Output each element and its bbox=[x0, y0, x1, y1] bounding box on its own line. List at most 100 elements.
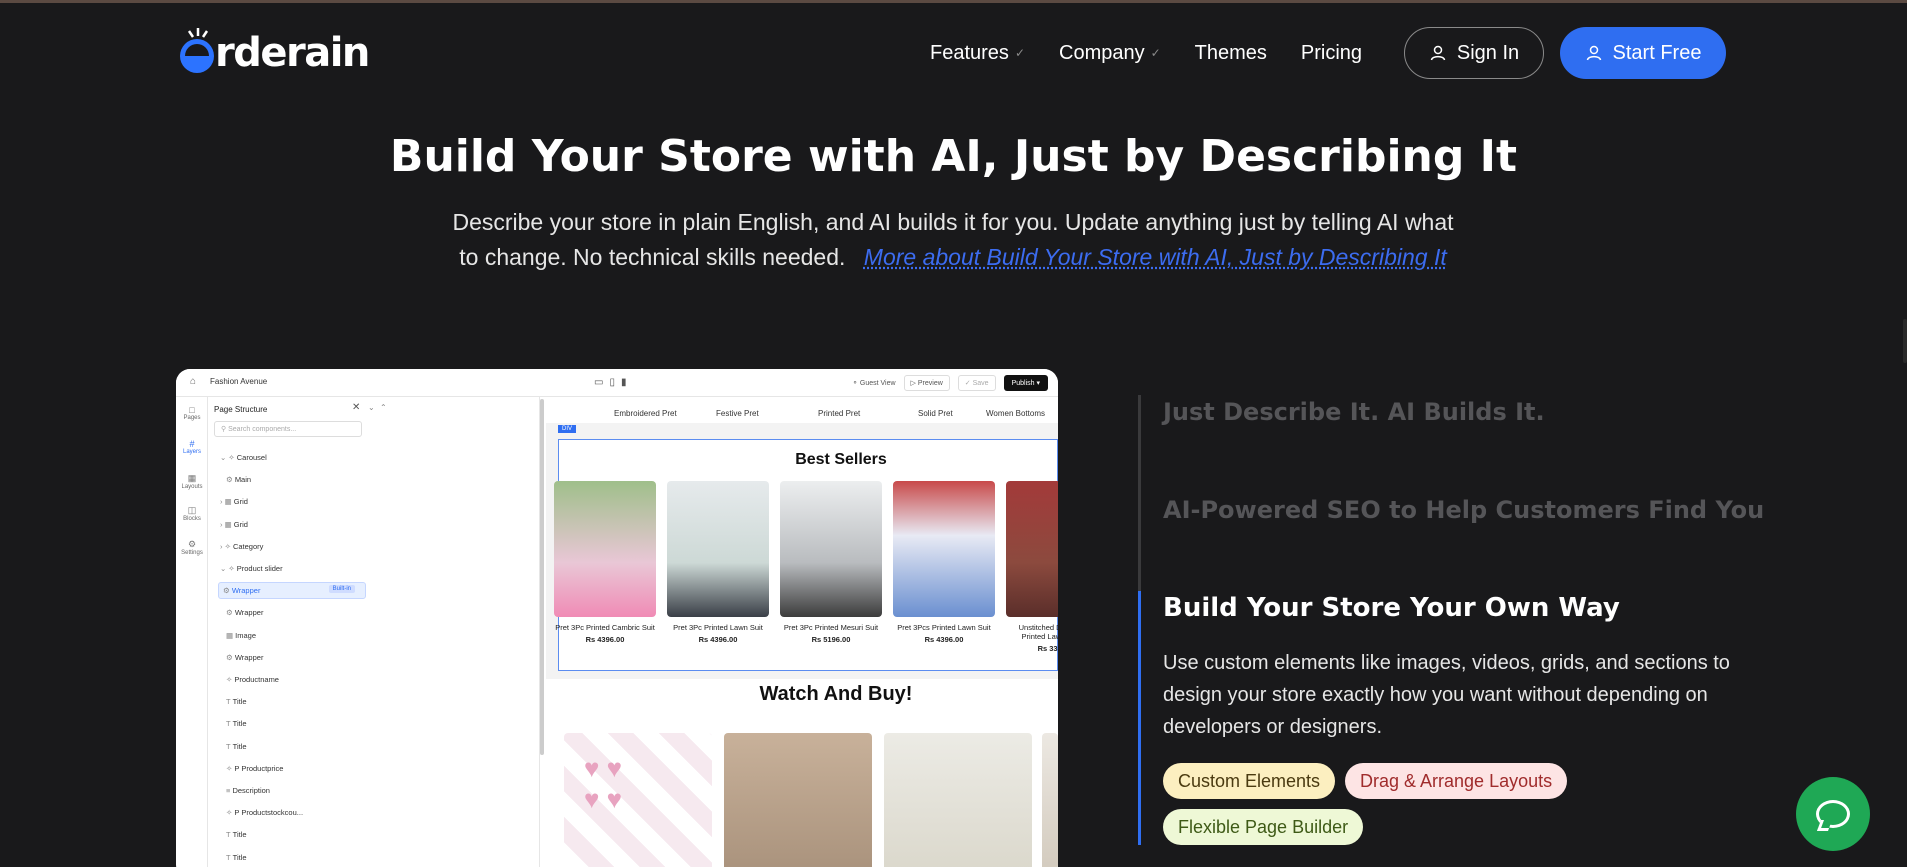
gear-icon: ⚙ bbox=[187, 539, 197, 549]
layer-icon: › ✧ bbox=[220, 541, 233, 551]
product-card[interactable]: Pret 3Pcs Printed Lawn Suit Rs 4396.00 bbox=[893, 481, 995, 644]
layer-label: Title bbox=[232, 697, 247, 707]
editor-left-rail: □ Pages # Layers ▦ Layouts ◫ Blocks ⚙ Setting… bbox=[176, 397, 208, 867]
orderain-logo[interactable]: rderain bbox=[180, 28, 370, 76]
product-card[interactable]: Pret 3Pc Printed Mesuri Suit Rs 5196.00 bbox=[780, 481, 882, 644]
layer-item[interactable]: ✧ P Productstockcou... bbox=[226, 808, 303, 817]
layer-item[interactable]: ⚙ Main bbox=[226, 475, 251, 484]
category-printed[interactable]: Printed Pret bbox=[818, 409, 860, 418]
layer-item[interactable]: ✧ P Productprice bbox=[226, 764, 283, 773]
nav-pricing-label: Pricing bbox=[1300, 41, 1363, 64]
layer-label: Wrapper bbox=[234, 652, 264, 662]
feature-tab-own-way[interactable]: Build Your Store Your Own Way bbox=[1163, 593, 1620, 623]
layer-item[interactable]: ▦ Image bbox=[226, 631, 256, 640]
layer-item[interactable]: T Title bbox=[226, 697, 247, 706]
editor-canvas: Embroidered Pret Festive Pret Printed Pr… bbox=[546, 397, 1058, 867]
start-free-button[interactable]: Start Free bbox=[1560, 27, 1726, 79]
layer-item[interactable]: ⚙ Wrapper bbox=[226, 608, 263, 617]
publish-button[interactable]: Publish ▾ bbox=[1003, 375, 1048, 391]
tag-drag-arrange: Drag & Arrange Layouts bbox=[1345, 763, 1568, 799]
home-icon[interactable]: ⌂ bbox=[190, 376, 196, 387]
product-card[interactable]: Pret 3Pc Printed Cambric Suit Rs 4396.00 bbox=[554, 481, 656, 644]
nav-features-label: Features bbox=[930, 41, 1009, 64]
layer-item[interactable]: ⚙ Wrapper bbox=[226, 653, 263, 662]
layer-item[interactable]: T Title bbox=[226, 830, 247, 839]
rail-settings-label: Settings bbox=[181, 550, 203, 556]
nav-company-label: Company bbox=[1059, 41, 1145, 64]
chevron-down-icon[interactable]: ⌄ bbox=[368, 403, 375, 412]
layer-item[interactable]: T Title bbox=[226, 719, 247, 728]
chat-button[interactable] bbox=[1796, 777, 1870, 851]
nav-themes[interactable]: Themes bbox=[1195, 42, 1267, 65]
logo-rays-icon bbox=[187, 28, 209, 38]
close-icon[interactable]: ✕ bbox=[352, 402, 360, 413]
category-solid[interactable]: Solid Pret bbox=[918, 409, 953, 418]
search-components-input[interactable]: ⚲ Search components... bbox=[214, 421, 362, 437]
layer-item[interactable]: T Title bbox=[226, 742, 247, 751]
layer-label: Wrapper bbox=[234, 608, 264, 618]
layer-icon: ⌄ ✧ bbox=[220, 564, 237, 573]
video-thumbnail[interactable] bbox=[884, 733, 1032, 867]
layer-label: Description bbox=[232, 786, 270, 795]
top-nav: rderain Features ✓ Company ✓ Themes Pric… bbox=[0, 25, 1907, 81]
feature-progress-track bbox=[1138, 395, 1141, 591]
chat-bubble-icon bbox=[1816, 800, 1850, 828]
layer-item[interactable]: › ✧ Category bbox=[220, 542, 263, 551]
video-thumbnail[interactable] bbox=[724, 733, 872, 867]
sign-in-button[interactable]: Sign In bbox=[1404, 27, 1544, 79]
video-thumbnail[interactable] bbox=[1042, 733, 1058, 867]
feature-description: Use custom elements like images, videos,… bbox=[1163, 652, 1730, 738]
product-image[interactable] bbox=[893, 481, 995, 617]
product-card[interactable]: Unstitched Dark Brown Printed Lawn 3 Pie… bbox=[1006, 481, 1058, 653]
heart-pattern-icon: ♥ ♥ ♥ ♥ bbox=[584, 753, 623, 814]
category-festive[interactable]: Festive Pret bbox=[716, 409, 759, 418]
rail-pages[interactable]: □ Pages bbox=[176, 405, 208, 421]
layer-item[interactable]: ✧ Productname bbox=[226, 675, 279, 684]
save-button[interactable]: ✓ Save bbox=[957, 375, 996, 391]
rail-blocks[interactable]: ◫ Blocks bbox=[176, 505, 208, 522]
page-icon: □ bbox=[189, 405, 195, 415]
product-image[interactable] bbox=[780, 481, 882, 617]
rail-settings[interactable]: ⚙ Settings bbox=[176, 539, 208, 556]
product-image[interactable] bbox=[667, 481, 769, 617]
preview-button[interactable]: ▷ Preview bbox=[903, 375, 950, 391]
rail-layers[interactable]: # Layers bbox=[176, 439, 208, 455]
layer-item[interactable]: › ▦ Grid bbox=[220, 497, 248, 506]
guest-view-toggle[interactable]: ⚬ Guest View bbox=[852, 379, 895, 387]
device-switcher[interactable]: ▭▯▮ bbox=[594, 377, 632, 388]
category-embroidered[interactable]: Embroidered Pret bbox=[614, 409, 677, 418]
layer-item[interactable]: ⚙ Wrapper Built-in bbox=[218, 582, 366, 600]
layer-icon: T bbox=[226, 719, 233, 729]
layer-icon: ⚙ bbox=[226, 475, 235, 485]
layer-item[interactable]: › ▦ Grid bbox=[220, 520, 248, 529]
product-price: Rs 4396.00 bbox=[924, 635, 964, 644]
editor-actions: ⚬ Guest View ▷ Preview ✓ Save Publish ▾ bbox=[852, 375, 1048, 391]
layer-label: Category bbox=[232, 541, 264, 551]
panel-scrollbar[interactable] bbox=[540, 399, 544, 755]
product-price: Rs 4396.00 bbox=[698, 635, 738, 644]
feature-tab-describe[interactable]: Just Describe It. AI Builds It. bbox=[1163, 398, 1545, 426]
layer-item[interactable]: ⌄ ✧ Carousel bbox=[220, 453, 267, 462]
page-scrollbar[interactable] bbox=[1903, 319, 1907, 363]
chevron-up-icon[interactable]: ⌃ bbox=[380, 403, 387, 412]
product-card[interactable]: Pret 3Pc Printed Lawn Suit Rs 4396.00 bbox=[667, 481, 769, 644]
product-price: Rs 4396.00 bbox=[585, 635, 625, 644]
layer-item[interactable]: ≡ Description bbox=[226, 786, 270, 795]
nav-company[interactable]: Company ✓ bbox=[1059, 42, 1161, 65]
nav-features[interactable]: Features ✓ bbox=[930, 42, 1025, 65]
layer-item[interactable]: T Title bbox=[226, 853, 247, 862]
category-women-bottoms[interactable]: Women Bottoms bbox=[986, 409, 1045, 418]
product-image[interactable] bbox=[554, 481, 656, 617]
layer-item[interactable]: ⌄ ✧ Product slider bbox=[220, 564, 283, 573]
more-about-link[interactable]: More about Build Your Store with AI, Jus… bbox=[864, 244, 1447, 270]
feature-tab-seo[interactable]: AI-Powered SEO to Help Customers Find Yo… bbox=[1163, 496, 1764, 524]
product-image[interactable] bbox=[1006, 481, 1058, 617]
layer-icon: T bbox=[226, 830, 233, 840]
rail-layouts[interactable]: ▦ Layouts bbox=[176, 473, 208, 490]
nav-pricing[interactable]: Pricing bbox=[1301, 42, 1362, 65]
layer-icon: ⚙ bbox=[223, 586, 232, 596]
video-thumbnail[interactable]: ♥ ♥ ♥ ♥ bbox=[564, 733, 712, 867]
panel-title: Page Structure bbox=[214, 405, 268, 414]
logo-mark-icon bbox=[180, 28, 214, 73]
user-icon bbox=[1430, 45, 1446, 61]
